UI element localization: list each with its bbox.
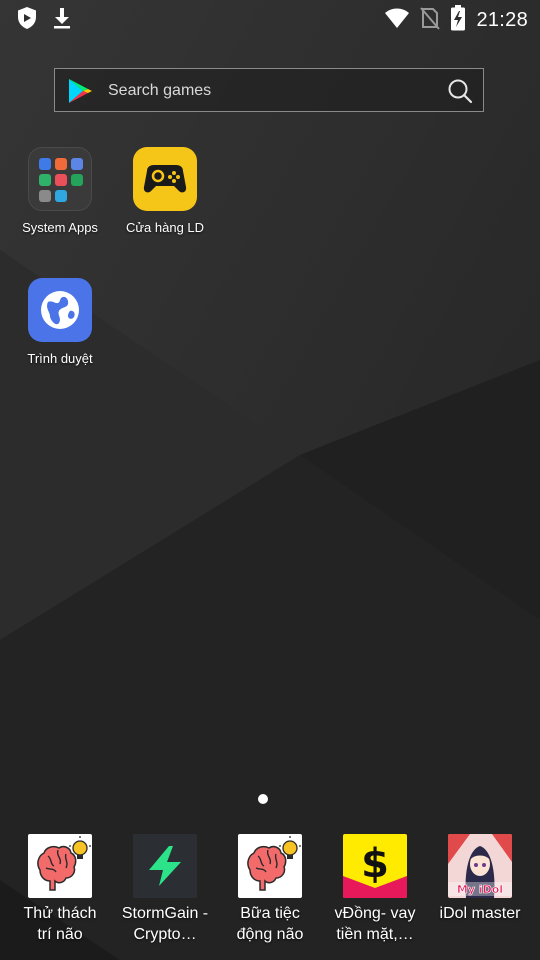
google-play-icon xyxy=(66,77,94,110)
dock-app-idol-master[interactable]: My iDol iDol master xyxy=(427,834,533,924)
battery-charging-icon xyxy=(450,5,466,36)
dollar-icon: $ xyxy=(343,834,407,898)
app-label: Trình duyệt xyxy=(27,351,93,366)
dock-app-stormgain[interactable]: StormGain - Crypto… xyxy=(112,834,218,945)
app-label: iDol master xyxy=(439,905,521,922)
app-ld-store[interactable]: Cửa hàng LD xyxy=(110,147,220,235)
search-icon[interactable] xyxy=(447,78,473,109)
app-system-apps[interactable]: System Apps xyxy=(5,147,115,235)
brain-bulb-icon xyxy=(28,834,92,898)
brain-bulb-icon xyxy=(238,834,302,898)
clock: 21:28 xyxy=(476,9,528,31)
idol-master-icon: My iDol xyxy=(448,834,512,898)
no-sim-icon xyxy=(420,6,441,35)
app-label: Thử thách trí não xyxy=(23,905,97,943)
download-icon xyxy=(52,6,72,35)
gamepad-icon xyxy=(133,147,197,211)
app-label: Bữa tiệc động não xyxy=(236,905,304,943)
search-placeholder: Search games xyxy=(108,82,212,99)
status-bar: 21:28 xyxy=(0,0,540,38)
search-games-bar[interactable]: Search games xyxy=(54,68,484,112)
globe-icon xyxy=(28,278,92,342)
page-indicator-dot xyxy=(258,794,268,804)
folder-icon xyxy=(28,147,92,211)
wifi-icon xyxy=(384,7,410,34)
app-label: System Apps xyxy=(22,220,98,235)
dock-app-brain-party[interactable]: Bữa tiệc động não xyxy=(217,834,323,945)
dock-app-brain-test[interactable]: Thử thách trí não xyxy=(7,834,113,945)
stormgain-icon xyxy=(133,834,197,898)
app-browser[interactable]: Trình duyệt xyxy=(5,278,115,366)
shield-icon xyxy=(16,6,38,35)
app-label: Cửa hàng LD xyxy=(125,220,205,235)
app-label: vĐồng- vay tiền mặt,… xyxy=(334,905,416,943)
idol-logo-text: My iDol xyxy=(457,883,503,896)
wallpaper xyxy=(0,0,540,960)
app-label: StormGain - Crypto… xyxy=(121,905,209,943)
dock-app-vdong[interactable]: $ vĐồng- vay tiền mặt,… xyxy=(322,834,428,945)
svg-text:$: $ xyxy=(361,841,389,887)
